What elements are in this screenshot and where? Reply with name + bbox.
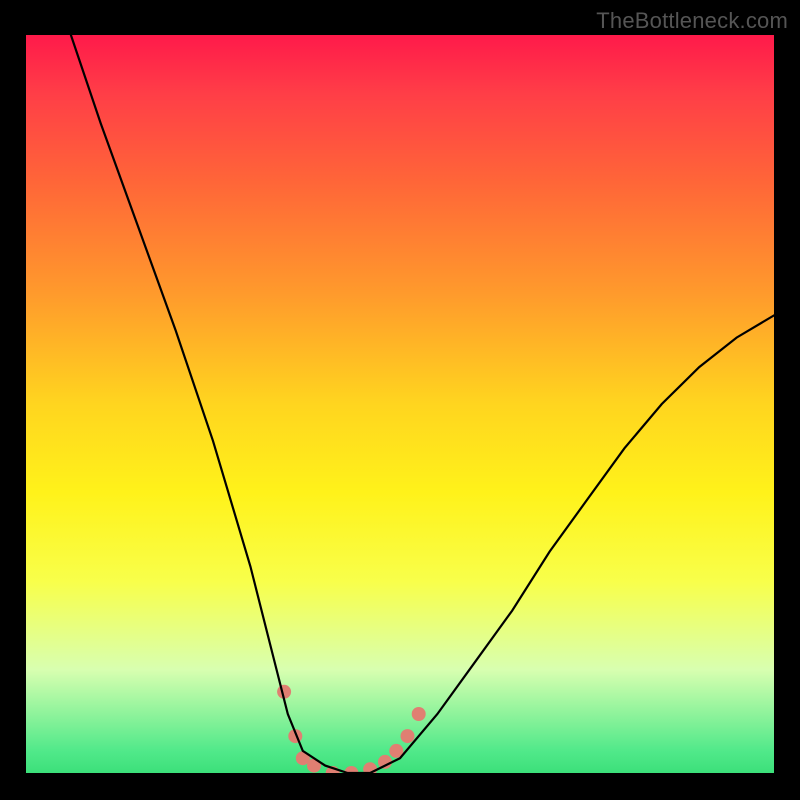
trough-dot: [401, 729, 415, 743]
watermark-text: TheBottleneck.com: [596, 8, 788, 34]
chart-frame: TheBottleneck.com: [0, 0, 800, 800]
chart-svg: [26, 35, 774, 773]
trough-dots-layer: [277, 685, 426, 773]
trough-dot: [412, 707, 426, 721]
bottleneck-curve: [71, 35, 774, 773]
plot-area: [26, 35, 774, 773]
